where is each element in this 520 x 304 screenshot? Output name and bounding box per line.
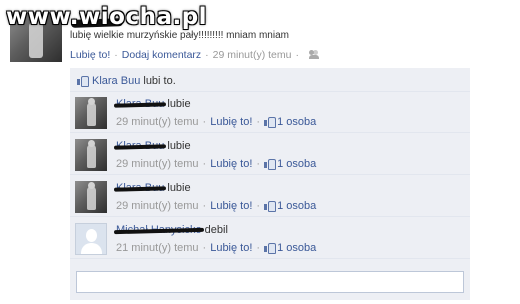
comment-item: Klara Buu lubie 29 minut(y) temu · Lubię t… — [70, 135, 470, 175]
liker-name[interactable]: Klara Buu — [92, 75, 140, 87]
comment-time[interactable]: 21 minut(y) temu — [116, 242, 199, 254]
comment-text: lubie — [167, 98, 191, 110]
separator: · — [256, 242, 261, 254]
separator: · — [256, 158, 261, 170]
comment-item: Klara Buu lubie 29 minut(y) temu · Lubię t… — [70, 177, 470, 217]
add-comment-link[interactable]: Dodaj komentarz — [122, 49, 201, 61]
separator: · — [295, 49, 299, 61]
commenter-avatar[interactable] — [75, 97, 107, 129]
comment-body: Klara Buu lubie — [116, 182, 191, 194]
friends-icon[interactable] — [308, 50, 319, 59]
likes-suffix: lubi to. — [143, 75, 176, 87]
comment-input[interactable] — [76, 271, 464, 293]
comment-author[interactable]: Klara Buu — [116, 98, 164, 110]
likes-row: Klara Buu lubi to. — [70, 68, 470, 92]
comment-time[interactable]: 29 minut(y) temu — [116, 116, 199, 128]
default-avatar[interactable] — [75, 223, 107, 255]
comment-author[interactable]: Klara Buu — [116, 140, 164, 152]
watermark: www.wiocha.pl — [6, 4, 208, 30]
comment-text: lubie — [167, 140, 191, 152]
comment-author[interactable]: Klara Buu — [116, 182, 164, 194]
avatar-figure — [87, 182, 96, 210]
separator: · — [256, 116, 261, 128]
avatar-figure — [87, 140, 96, 168]
separator: · — [202, 116, 207, 128]
separator: · — [114, 49, 118, 61]
thumbs-up-icon — [77, 75, 89, 87]
separator: · — [202, 200, 207, 212]
comments-box: Klara Buu lubi to. Klara Buu lubie 29 mi… — [70, 68, 470, 300]
comment-text: lubie — [167, 182, 191, 194]
post-time[interactable]: 29 minut(y) temu — [213, 49, 292, 61]
comment-meta: 29 minut(y) temu · Lubię to! · 1 osoba — [116, 200, 316, 212]
comment-meta: 29 minut(y) temu · Lubię to! · 1 osoba — [116, 158, 316, 170]
post-like-link[interactable]: Lubię to! — [70, 49, 110, 61]
comment-like-link[interactable]: Lubię to! — [210, 116, 252, 128]
thumbs-up-icon — [264, 200, 277, 212]
thumbs-up-icon — [264, 242, 277, 254]
comment-like-link[interactable]: Lubię to! — [210, 200, 252, 212]
comment-likes-count[interactable]: 1 osoba — [277, 242, 316, 254]
comment-likes-count[interactable]: 1 osoba — [277, 116, 316, 128]
comment-time[interactable]: 29 minut(y) temu — [116, 158, 199, 170]
comment-body: Michał Hanysicko debil — [116, 224, 228, 236]
commenter-avatar[interactable] — [75, 181, 107, 213]
post-meta: Lubię to! · Dodaj komentarz · 29 minut(y) te… — [70, 49, 319, 61]
comment-meta: 21 minut(y) temu · Lubię to! · 1 osoba — [116, 242, 316, 254]
comment-text: debil — [204, 224, 228, 236]
comment-meta: 29 minut(y) temu · Lubię to! · 1 osoba — [116, 116, 316, 128]
separator: · — [205, 49, 209, 61]
avatar-figure — [87, 98, 96, 126]
thumbs-up-icon — [264, 116, 277, 128]
comment-body: Klara Buu lubie — [116, 140, 191, 152]
post-text: lubię wielkie murzyńskie pały!!!!!!!!! m… — [70, 30, 289, 41]
comment-time[interactable]: 29 minut(y) temu — [116, 200, 199, 212]
comment-like-link[interactable]: Lubię to! — [210, 158, 252, 170]
separator: · — [202, 242, 207, 254]
comment-body: Klara Buu lubie — [116, 98, 191, 110]
comment-item: Michał Hanysicko debil 21 minut(y) temu ·… — [70, 219, 470, 259]
comment-like-link[interactable]: Lubię to! — [210, 242, 252, 254]
comment-likes-count[interactable]: 1 osoba — [277, 158, 316, 170]
separator: · — [256, 200, 261, 212]
commenter-avatar[interactable] — [75, 139, 107, 171]
comment-item: Klara Buu lubie 29 minut(y) temu · Lubię t… — [70, 93, 470, 133]
separator: · — [202, 158, 207, 170]
comment-likes-count[interactable]: 1 osoba — [277, 200, 316, 212]
thumbs-up-icon — [264, 158, 277, 170]
comment-author[interactable]: Michał Hanysicko — [116, 224, 202, 236]
